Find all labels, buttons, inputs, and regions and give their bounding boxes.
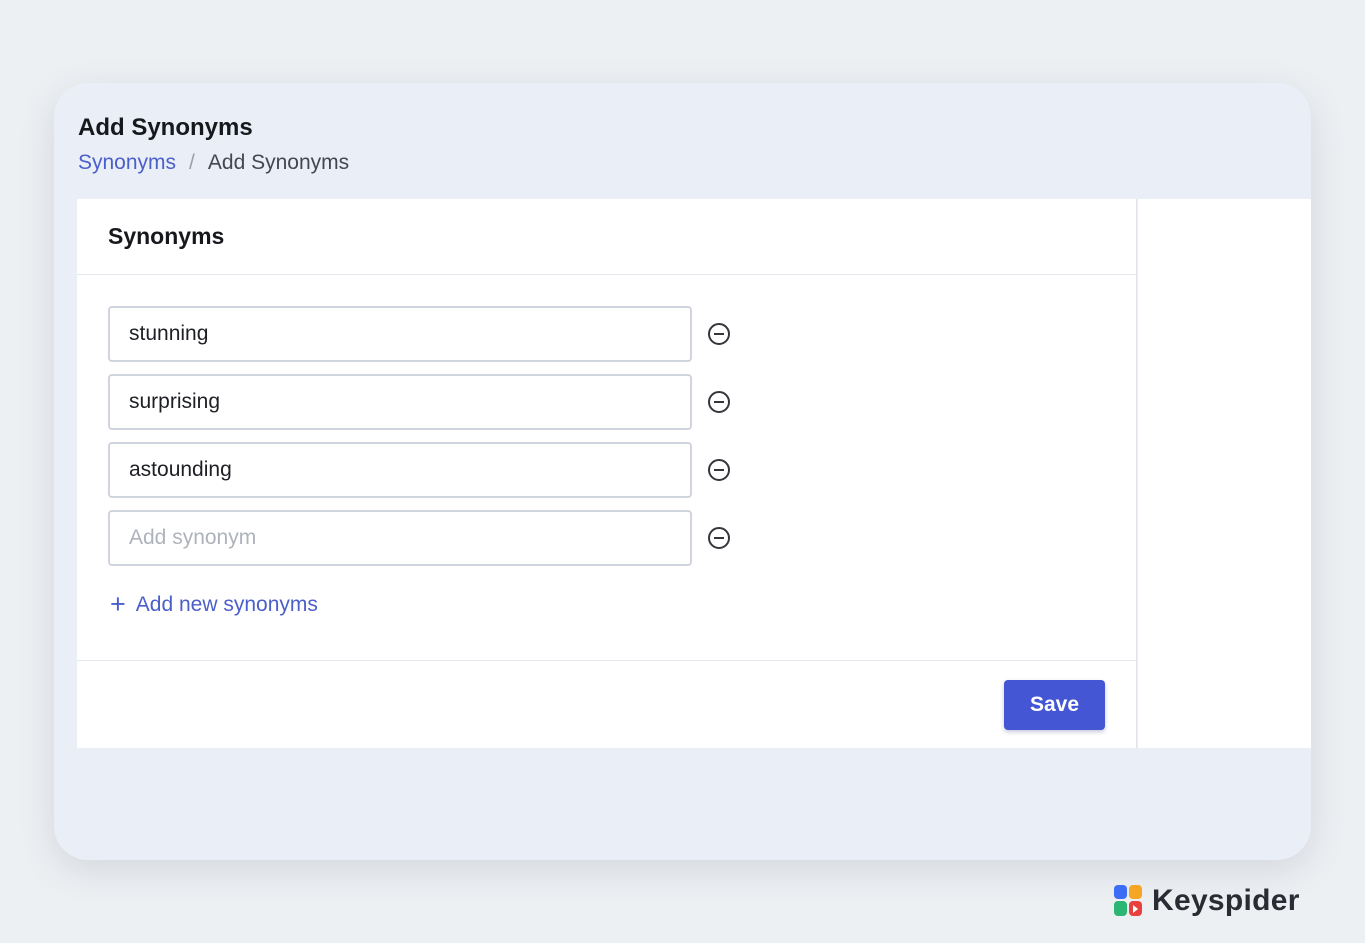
synonym-row <box>108 442 730 498</box>
remove-synonym-icon[interactable] <box>708 527 730 549</box>
app-window: Add Synonyms Synonyms / Add Synonyms Syn… <box>54 83 1311 860</box>
save-button[interactable]: Save <box>1004 680 1105 730</box>
synonym-row <box>108 306 730 362</box>
add-new-synonyms-label: Add new synonyms <box>135 592 318 616</box>
synonym-input[interactable] <box>108 442 692 498</box>
synonym-input[interactable] <box>108 306 692 362</box>
card-title: Synonyms <box>108 223 225 249</box>
synonym-row <box>108 374 730 430</box>
brand: Keyspider <box>1114 884 1300 918</box>
plus-icon: + <box>110 589 126 619</box>
card-footer: Save <box>77 661 1136 748</box>
card-header: Synonyms <box>77 199 1136 275</box>
synonym-row <box>108 510 730 566</box>
remove-synonym-icon[interactable] <box>708 391 730 413</box>
new-synonym-input[interactable] <box>108 510 692 566</box>
breadcrumb-link-synonyms[interactable]: Synonyms <box>78 151 176 175</box>
keyspider-logo-icon <box>1114 885 1142 916</box>
brand-name: Keyspider <box>1152 884 1300 917</box>
remove-synonym-icon[interactable] <box>708 323 730 345</box>
side-panel <box>1138 199 1311 748</box>
breadcrumb-current: Add Synonyms <box>207 151 350 174</box>
card-body: + Add new synonyms <box>77 275 1136 661</box>
synonyms-card: Synonyms + Add new synonyms <box>77 199 1137 748</box>
breadcrumb: Synonyms / Add Synonyms <box>78 151 349 175</box>
page-title: Add Synonyms <box>78 114 253 141</box>
synonym-input[interactable] <box>108 374 692 430</box>
add-new-synonyms-button[interactable]: + Add new synonyms <box>110 591 318 618</box>
remove-synonym-icon[interactable] <box>708 459 730 481</box>
breadcrumb-separator: / <box>189 151 195 174</box>
